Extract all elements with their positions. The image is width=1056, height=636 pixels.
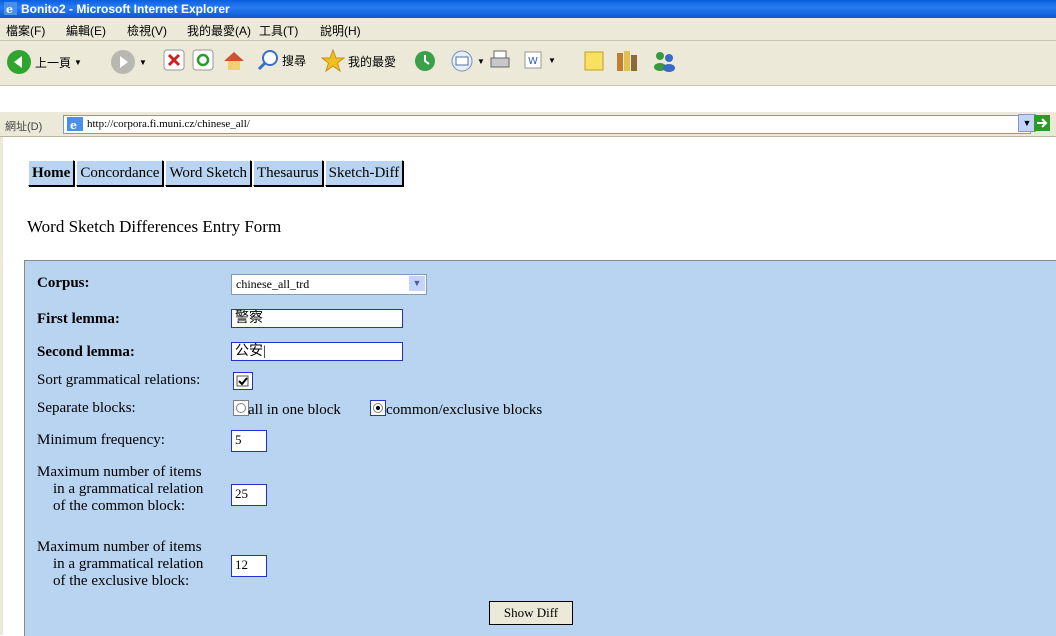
history-button[interactable]	[413, 49, 437, 73]
tab-home[interactable]: Home	[28, 160, 75, 186]
tab-thesaurus[interactable]: Thesaurus	[253, 160, 323, 186]
ie-icon: e	[4, 2, 17, 15]
address-label: 網址(D)	[5, 121, 43, 133]
messenger-button[interactable]	[652, 49, 678, 73]
address-input[interactable]: e http://corpora.fi.muni.cz/chinese_all/	[63, 115, 1031, 134]
chevron-down-icon: ▼	[409, 276, 425, 291]
radio-common-exclusive[interactable]	[370, 400, 386, 416]
tab-word-sketch[interactable]: Word Sketch	[165, 160, 251, 186]
history-icon	[415, 51, 435, 71]
window-title: Bonito2 - Microsoft Internet Explorer	[21, 2, 230, 16]
second-lemma-label: Second lemma:	[37, 344, 135, 360]
address-bar: 網址(D) e http://corpora.fi.muni.cz/chines…	[0, 112, 1056, 137]
word-icon: W	[524, 51, 542, 69]
back-arrow-icon	[7, 50, 31, 74]
address-url: http://corpora.fi.muni.cz/chinese_all/	[87, 118, 250, 130]
menu-bar: 檔案(F) 編輯(E) 檢視(V) 我的最愛(A) 工具(T) 說明(H)	[0, 18, 1056, 41]
note-icon	[584, 51, 604, 71]
max-exclusive-label: Maximum number of items in a grammatical…	[37, 539, 204, 589]
radio-all-in-one[interactable]	[233, 400, 249, 416]
refresh-icon	[192, 49, 214, 71]
home-icon	[224, 52, 244, 70]
chevron-down-icon: ▼	[477, 56, 485, 66]
mail-icon	[451, 50, 473, 72]
page-content: Home Concordance Word Sketch Thesaurus S…	[0, 137, 1056, 636]
stop-icon	[163, 49, 185, 71]
separate-blocks-label: Separate blocks:	[37, 400, 136, 416]
radio-all-label: all in one block	[248, 402, 341, 418]
min-frequency-input[interactable]: 5	[231, 430, 267, 452]
first-lemma-label: First lemma:	[37, 311, 120, 327]
research-button[interactable]	[615, 49, 641, 73]
max-common-input[interactable]: 25	[231, 484, 267, 506]
second-lemma-input[interactable]: 公安|	[231, 342, 403, 361]
max-common-label: Maximum number of items in a grammatical…	[37, 464, 204, 514]
search-button[interactable]: 搜尋	[257, 49, 306, 71]
stop-button[interactable]	[163, 49, 185, 71]
go-button[interactable]: 移至	[1034, 115, 1050, 131]
favorites-button[interactable]: 我的最愛	[321, 49, 396, 73]
menu-help[interactable]: 說明(H)	[320, 22, 361, 39]
sort-checkbox[interactable]	[233, 372, 253, 390]
tab-concordance[interactable]: Concordance	[76, 160, 164, 186]
menu-favorites[interactable]: 我的最愛(A)	[187, 22, 251, 39]
radio-selected-icon	[373, 403, 383, 413]
print-button[interactable]	[488, 49, 512, 73]
radio-empty-icon	[236, 403, 246, 413]
chevron-down-icon: ▼	[74, 57, 82, 67]
chevron-down-icon: ▼	[139, 57, 147, 67]
forward-arrow-icon	[111, 50, 135, 74]
nav-tabs: Home Concordance Word Sketch Thesaurus S…	[28, 160, 405, 186]
ie-page-icon: e	[67, 117, 83, 131]
svg-text:e: e	[6, 3, 13, 15]
books-icon	[617, 51, 637, 71]
page-title: Word Sketch Differences Entry Form	[27, 217, 282, 236]
star-icon	[321, 49, 345, 73]
corpus-label: Corpus:	[37, 275, 90, 291]
checkmark-icon	[236, 375, 249, 387]
toolbar: 上一頁 ▼ ▼ 搜尋 我的最愛 ▼ W ▼	[0, 41, 1056, 86]
menu-view[interactable]: 檢視(V)	[127, 22, 167, 39]
messenger-icon	[654, 52, 675, 72]
corpus-select[interactable]: chinese_all_trd ▼	[231, 274, 427, 295]
menu-edit[interactable]: 編輯(E)	[66, 22, 106, 39]
window-title-bar[interactable]: e Bonito2 - Microsoft Internet Explorer	[0, 0, 1056, 18]
svg-text:e: e	[70, 119, 77, 131]
search-icon	[257, 50, 278, 71]
min-frequency-label: Minimum frequency:	[37, 432, 165, 448]
printer-icon	[490, 50, 510, 68]
first-lemma-input[interactable]: 警察	[231, 309, 403, 328]
chevron-down-icon: ▼	[548, 55, 556, 65]
show-diff-button[interactable]: Show Diff	[489, 601, 573, 625]
menu-file[interactable]: 檔案(F)	[6, 22, 45, 39]
back-button[interactable]: 上一頁 ▼	[6, 49, 82, 75]
home-button[interactable]	[222, 49, 246, 73]
radio-common-label: common/exclusive blocks	[386, 402, 543, 418]
corpus-value: chinese_all_trd	[236, 277, 310, 291]
discuss-button[interactable]	[582, 49, 606, 73]
max-exclusive-input[interactable]: 12	[231, 555, 267, 577]
forward-button[interactable]: ▼	[110, 49, 147, 75]
refresh-button[interactable]	[192, 49, 214, 71]
go-arrow-icon	[1034, 115, 1050, 131]
sketch-diff-form: Corpus: chinese_all_trd ▼ First lemma: 警…	[24, 260, 1056, 636]
mail-button[interactable]: ▼	[450, 49, 485, 73]
sort-label: Sort grammatical relations:	[37, 372, 201, 388]
tab-sketch-diff[interactable]: Sketch-Diff	[324, 160, 404, 186]
edit-word-button[interactable]: W ▼	[523, 49, 556, 71]
menu-tools[interactable]: 工具(T)	[259, 22, 298, 39]
svg-text:W: W	[528, 56, 538, 67]
